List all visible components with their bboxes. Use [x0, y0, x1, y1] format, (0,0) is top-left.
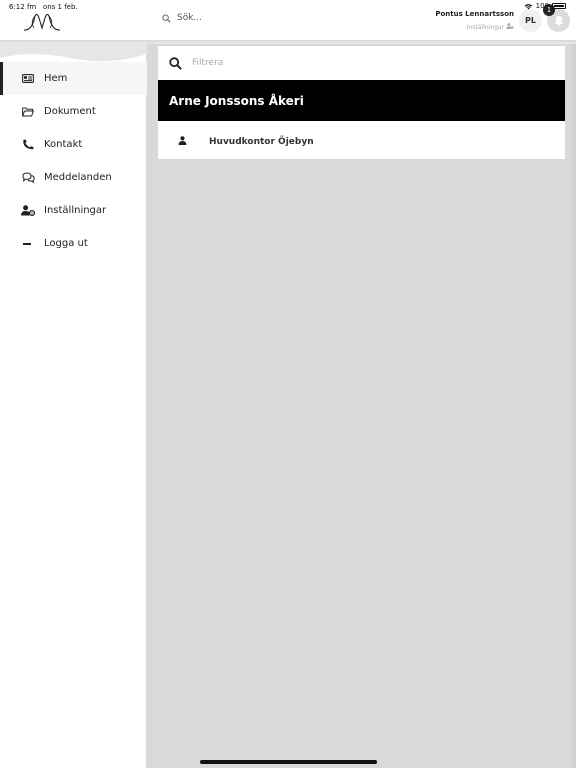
sidebar-item-kontakt[interactable]: Kontakt	[0, 128, 147, 161]
main-content: Filtrera Arne Jonssons Åkeri Huvudkontor…	[147, 44, 576, 768]
office-row[interactable]: Huvudkontor Öjebyn	[158, 121, 565, 159]
company-header: Arne Jonssons Åkeri	[158, 80, 565, 121]
user-settings-icon	[21, 204, 35, 218]
sidebar-nav: Hem Dokument Kontakt Meddelanden Inställ…	[0, 62, 147, 260]
sidebar-item-label: Hem	[44, 73, 68, 84]
person-icon	[178, 135, 187, 145]
status-date: ons 1 feb.	[42, 3, 78, 11]
bell-icon	[554, 16, 563, 26]
filter-placeholder[interactable]: Filtrera	[192, 58, 223, 68]
sidebar-item-label: Kontakt	[44, 139, 83, 150]
status-right: 100	[524, 2, 566, 10]
sidebar-item-installningar[interactable]: Inställningar	[0, 194, 147, 227]
minus-icon	[21, 237, 35, 251]
sidebar-item-label: Inställningar	[44, 205, 107, 216]
user-settings-link[interactable]: Inställningar	[435, 23, 514, 31]
sidebar-item-label: Logga ut	[44, 238, 88, 249]
battery-level: 100	[535, 2, 549, 10]
sidebar-item-meddelanden[interactable]: Meddelanden	[0, 161, 147, 194]
sidebar: Hem Dokument Kontakt Meddelanden Inställ…	[0, 44, 147, 768]
user-info[interactable]: Pontus Lennartsson Inställningar	[435, 10, 514, 31]
status-time: 6:12 fm	[9, 3, 37, 11]
user-settings-icon	[506, 23, 514, 29]
search-icon	[162, 13, 171, 23]
card-icon	[21, 72, 35, 86]
status-bar: 6:12 fm ons 1 feb. 100	[0, 0, 576, 12]
sidebar-item-hem[interactable]: Hem	[0, 62, 147, 95]
sidebar-item-label: Meddelanden	[44, 172, 112, 183]
sidebar-item-label: Dokument	[44, 106, 96, 117]
search-placeholder[interactable]: Sök...	[177, 13, 202, 23]
status-time-date: 6:12 fm ons 1 feb.	[9, 3, 78, 11]
logo-icon	[23, 13, 61, 31]
sidebar-item-logga-ut[interactable]: Logga ut	[0, 227, 147, 260]
office-name: Huvudkontor Öjebyn	[209, 136, 314, 147]
search-box[interactable]: Sök...	[162, 13, 202, 23]
wifi-icon	[524, 3, 532, 10]
search-icon	[169, 56, 182, 70]
folder-icon	[21, 105, 35, 119]
home-indicator[interactable]	[200, 760, 377, 764]
filter-input[interactable]: Filtrera	[158, 46, 565, 80]
avatar[interactable]: PL	[519, 9, 542, 32]
chat-icon	[21, 171, 35, 185]
battery-icon	[552, 3, 566, 9]
user-settings-label: Inställningar	[466, 24, 505, 31]
sidebar-item-dokument[interactable]: Dokument	[0, 95, 147, 128]
phone-icon	[21, 138, 35, 152]
